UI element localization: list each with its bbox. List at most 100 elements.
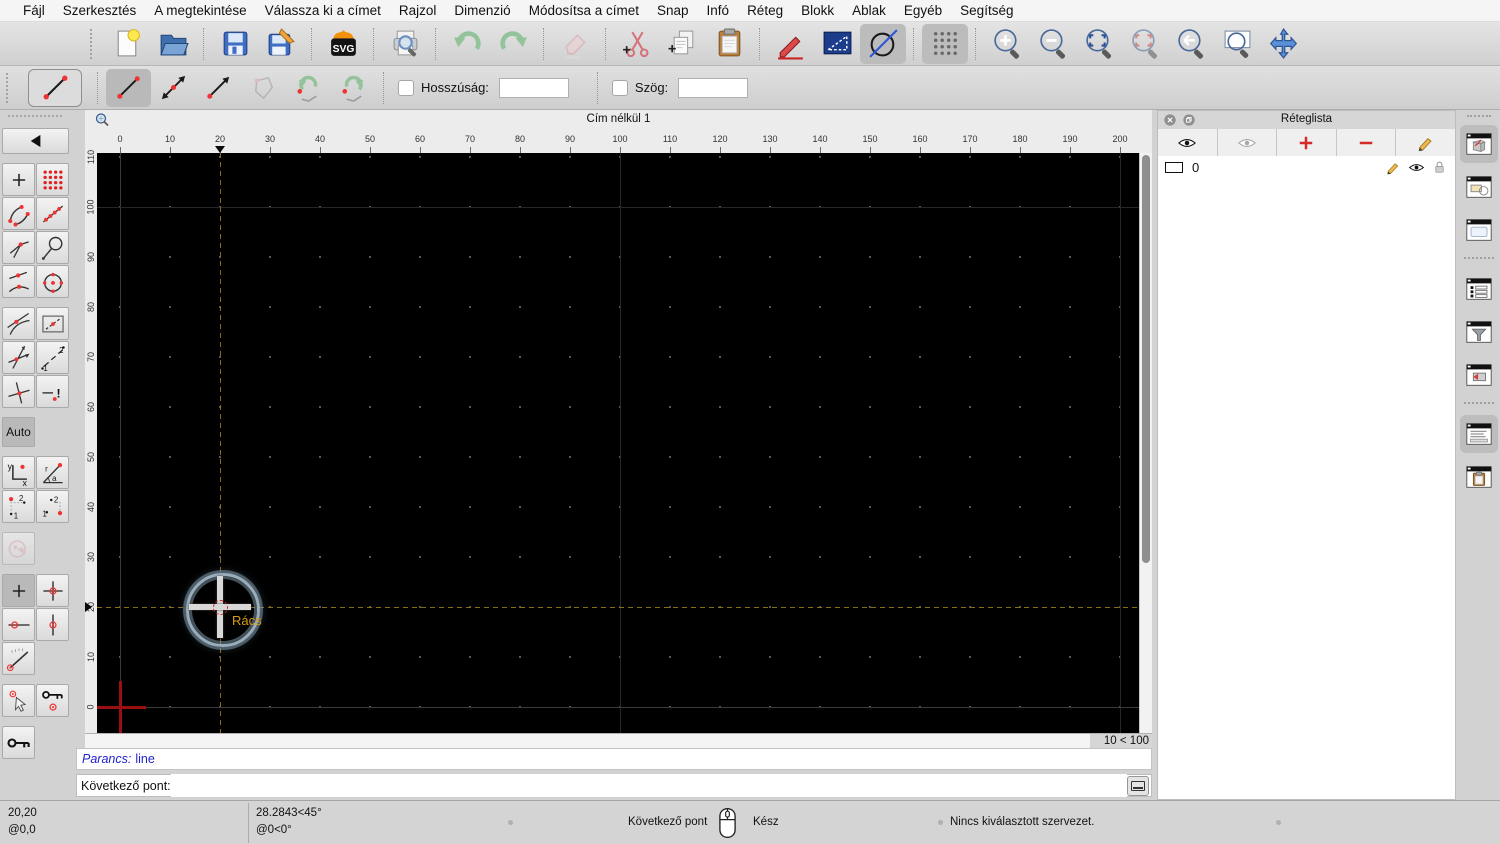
snap-tangent-button[interactable] — [2, 307, 35, 340]
relative-zero-vertical-button[interactable] — [36, 608, 69, 641]
coordinate-cartesian-button[interactable] — [2, 456, 35, 489]
vertical-scrollbar[interactable] — [1139, 153, 1152, 733]
pencil-icon[interactable] — [1385, 159, 1402, 176]
ruler-label: 40 — [314, 134, 325, 144]
drawing-canvas[interactable]: Rács — [97, 153, 1139, 733]
auto-snap-button[interactable]: Auto — [2, 417, 35, 447]
snap-endpoints-button[interactable] — [2, 197, 35, 230]
dock-filter-button[interactable] — [1460, 313, 1498, 351]
zoom-back-button[interactable] — [1168, 24, 1214, 64]
add-layer-button[interactable] — [1277, 129, 1337, 156]
grid-toggle-button[interactable] — [922, 23, 968, 64]
selection-button[interactable] — [814, 24, 860, 64]
edit-layer-button[interactable] — [1396, 129, 1455, 156]
cut-button[interactable] — [614, 24, 660, 64]
redo-button[interactable] — [490, 24, 536, 64]
menu-blokk[interactable]: Blokk — [792, 3, 843, 18]
grid-dot — [169, 456, 171, 458]
dock-named-views-button[interactable] — [1460, 356, 1498, 394]
menu-egyeb[interactable]: Egyéb — [895, 3, 951, 18]
snap-distance-button[interactable] — [36, 231, 69, 264]
menu-valassza-ki-a-cimet[interactable]: Válassza ki a címet — [256, 3, 390, 18]
set-relative-zero-button[interactable] — [2, 684, 35, 717]
paste-button[interactable] — [706, 24, 752, 64]
menu-snap[interactable]: Snap — [648, 3, 698, 18]
snap-auto-intersection-button[interactable] — [36, 307, 69, 340]
snap-free-button[interactable] — [2, 163, 35, 196]
snap-on-entity-button[interactable] — [36, 197, 69, 230]
snap-middle-button[interactable] — [2, 265, 35, 298]
zoom-in-button[interactable] — [984, 24, 1030, 64]
svg-export-button[interactable] — [320, 24, 366, 64]
ordinal-second-button[interactable] — [36, 490, 69, 523]
pen-button[interactable] — [768, 24, 814, 64]
show-all-layers-button[interactable] — [1158, 129, 1218, 156]
undo-segment-button[interactable] — [286, 69, 331, 107]
angle-input[interactable] — [678, 77, 749, 98]
print-preview-button[interactable] — [382, 24, 428, 64]
dock-layer-list-button[interactable] — [1460, 125, 1498, 163]
hide-all-layers-button[interactable] — [1218, 129, 1278, 156]
coordinate-polar-button[interactable] — [36, 456, 69, 489]
dock-block-list-button[interactable] — [1460, 168, 1498, 206]
back-button[interactable] — [2, 128, 69, 154]
snap-center-button[interactable] — [36, 265, 69, 298]
new-file-button[interactable] — [104, 24, 150, 64]
open-file-button[interactable] — [150, 24, 196, 64]
zoom-auto-button[interactable] — [1076, 24, 1122, 64]
unlock-relative-zero-button[interactable] — [2, 726, 35, 759]
menu-dimenzio[interactable]: Dimenzió — [445, 3, 519, 18]
ordinal-first-button[interactable] — [2, 490, 35, 523]
layer-color-swatch[interactable] — [1165, 162, 1183, 173]
menu-info[interactable]: Infó — [698, 3, 739, 18]
menu-rajzol[interactable]: Rajzol — [390, 3, 446, 18]
dock-entity-list-button[interactable] — [1460, 270, 1498, 308]
copy-button[interactable] — [660, 24, 706, 64]
remove-layer-button[interactable] — [1337, 129, 1397, 156]
layer-row[interactable]: 0 — [1158, 156, 1455, 179]
horizontal-scrollbar[interactable] — [85, 733, 1090, 748]
save-as-button[interactable] — [258, 24, 304, 64]
restrict-orthogonal-button[interactable] — [2, 341, 35, 374]
snap-divide-button[interactable] — [36, 341, 69, 374]
length-checkbox[interactable] — [398, 79, 414, 96]
dock-clipboard-button[interactable] — [1460, 458, 1498, 496]
relative-zero-free-button[interactable] — [2, 574, 35, 607]
save-button[interactable] — [212, 24, 258, 64]
angle-checkbox[interactable] — [611, 79, 628, 96]
snap-perpendicular-button[interactable] — [2, 231, 35, 264]
menu-segitseg[interactable]: Segítség — [951, 3, 1022, 18]
zoom-window-button[interactable] — [1214, 24, 1260, 64]
menu-reteg[interactable]: Réteg — [738, 3, 792, 18]
eye-icon[interactable] — [1408, 159, 1425, 176]
menu-szerkesztes[interactable]: Szerkesztés — [54, 3, 146, 18]
relative-zero-both-button[interactable] — [36, 574, 69, 607]
lock-relative-zero-button[interactable] — [36, 684, 69, 717]
zoom-out-button[interactable] — [1030, 24, 1076, 64]
menu-fajl[interactable]: Fájl — [14, 3, 54, 18]
draft-mode-button[interactable] — [860, 23, 906, 64]
lock-icon[interactable] — [1431, 159, 1448, 176]
snap-intersection-manual-button[interactable] — [36, 375, 69, 408]
menu-ablak[interactable]: Ablak — [843, 3, 895, 18]
vertical-ruler: 0 10 20 30 40 50 60 70 80 90 100 110 — [85, 150, 97, 733]
tool-line-ray-button[interactable] — [196, 69, 241, 107]
dock-command-button[interactable] — [1460, 415, 1498, 453]
menu-modositsa-a-cimet[interactable]: Módosítsa a címet — [520, 3, 648, 18]
snapbar-gap — [0, 718, 70, 726]
keyboard-toggle-button[interactable] — [1127, 775, 1149, 796]
snap-grid-button[interactable] — [36, 163, 69, 196]
length-input[interactable] — [498, 77, 569, 98]
angle-snap-button[interactable] — [2, 642, 35, 675]
vertical-scrollbar-thumb[interactable] — [1142, 155, 1150, 563]
undo-button[interactable] — [444, 24, 490, 64]
redo-segment-button[interactable] — [331, 69, 376, 107]
dock-library-button[interactable] — [1460, 211, 1498, 249]
menu-a-megtekintese[interactable]: A megtekintése — [145, 3, 255, 18]
command-input[interactable] — [170, 774, 1127, 797]
zoom-pan-button[interactable] — [1260, 24, 1306, 64]
snap-intersection-button[interactable] — [2, 375, 35, 408]
tool-line-angle-button[interactable] — [151, 69, 196, 107]
relative-zero-horizontal-button[interactable] — [2, 608, 35, 641]
tool-line-button[interactable] — [106, 68, 151, 107]
